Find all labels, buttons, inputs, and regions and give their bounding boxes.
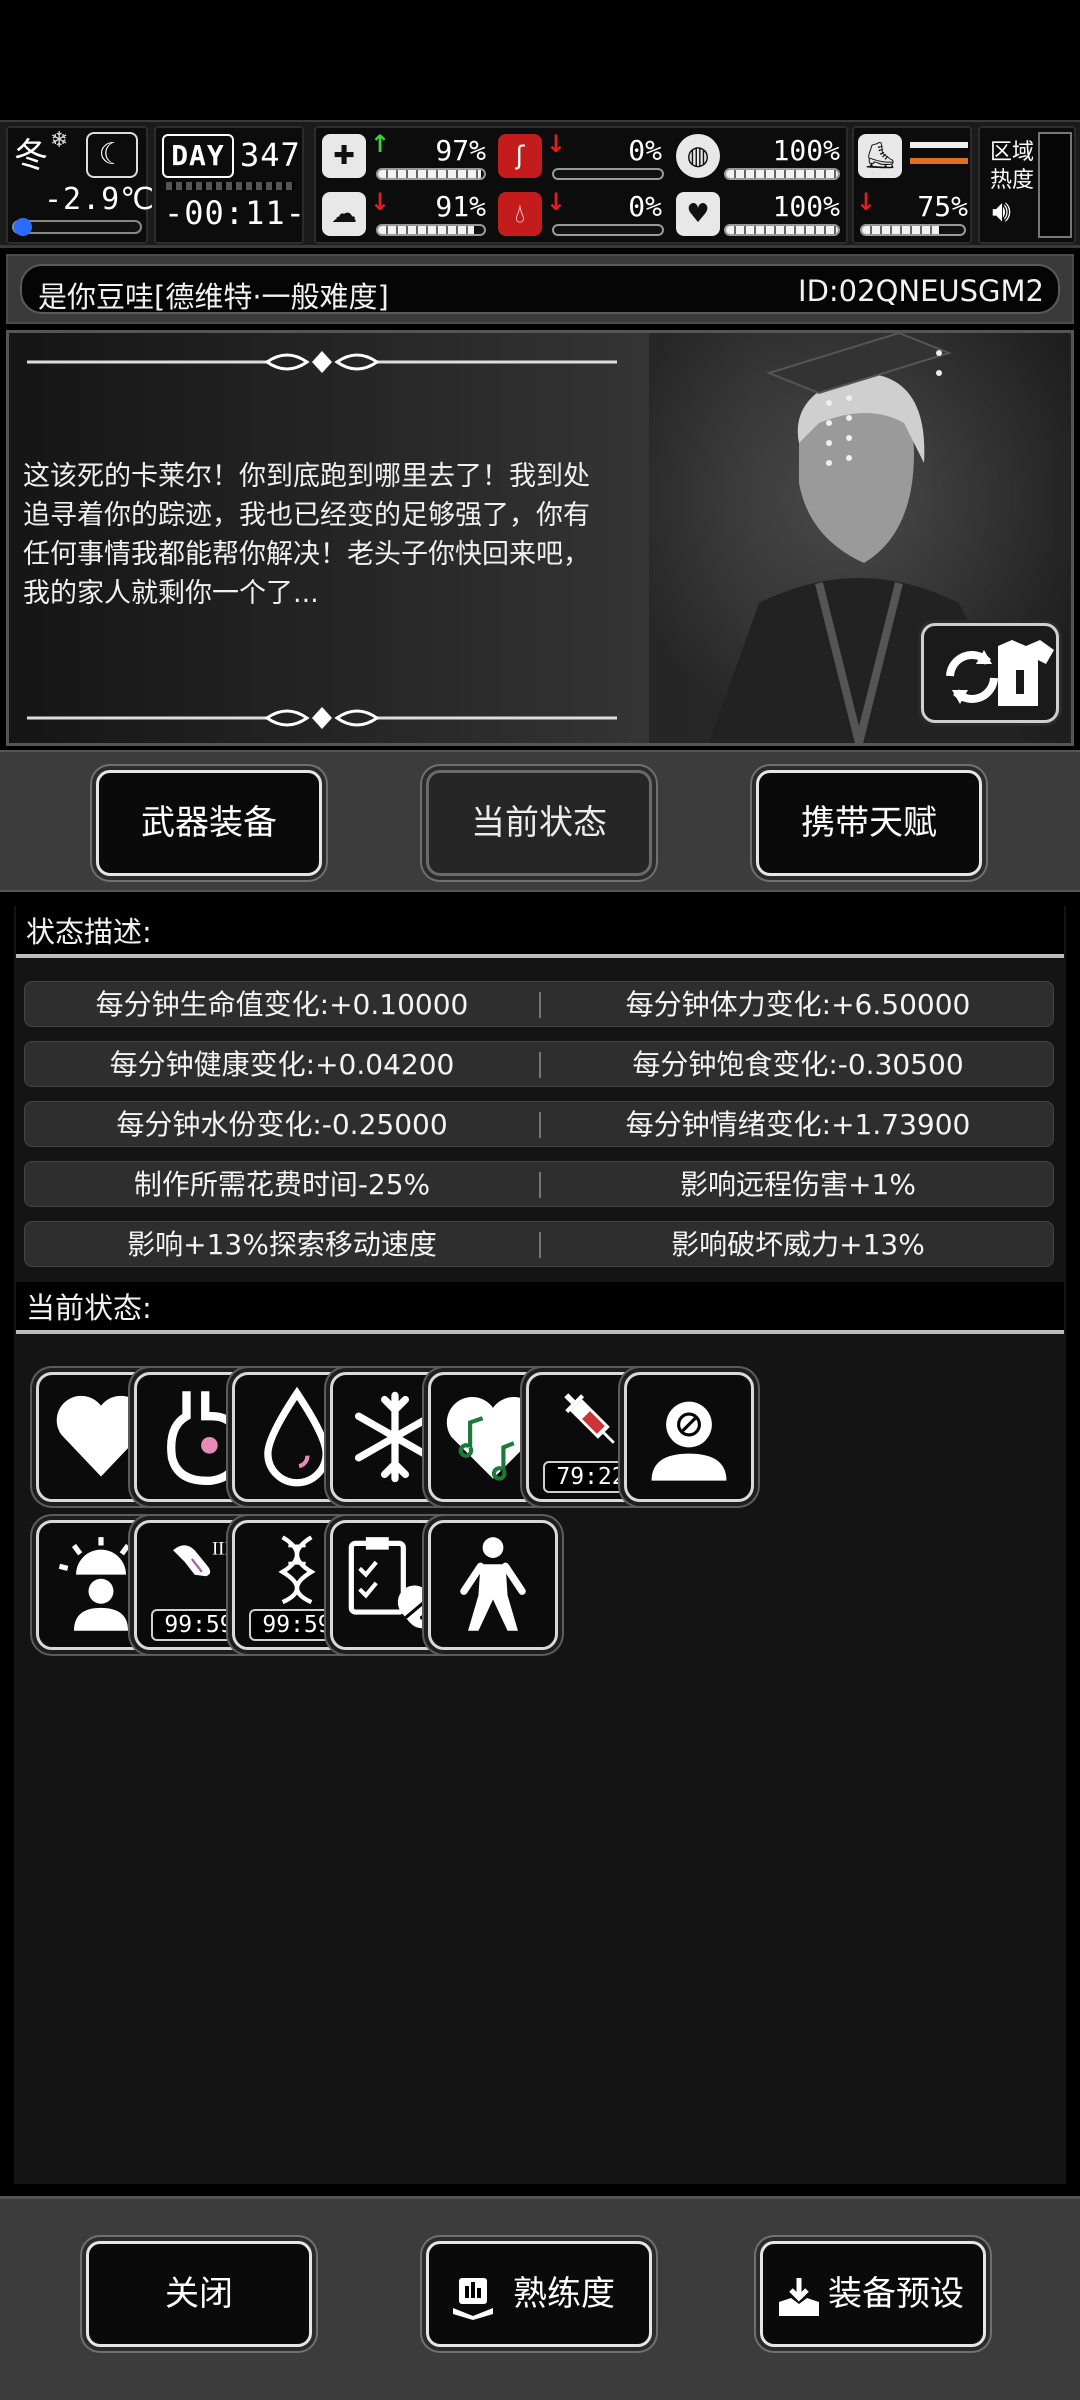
- stomach-value: 0%: [628, 134, 662, 167]
- clock-value: -00:11-: [164, 194, 306, 232]
- moon-icon: ☾: [86, 132, 138, 178]
- stat-cell: 每分钟情绪变化:+1.73900: [625, 1108, 971, 1141]
- heart-value: 100%: [772, 190, 840, 223]
- status-infection[interactable]: [624, 1372, 754, 1502]
- stat-row: 每分钟健康变化:+0.04200 每分钟饱食变化:-0.30500: [24, 1041, 1054, 1087]
- save-title: 是你豆哇[德维特·一般难度]: [38, 280, 389, 314]
- blood-value: 0%: [628, 190, 662, 223]
- heart-icon: ♥: [676, 192, 720, 236]
- preset-label: 装备预设: [828, 2274, 964, 2314]
- temperature-bar: [12, 218, 142, 236]
- story-panel: 这该死的卡莱尔！你到底跑到哪里去了！我到处追寻着你的踪迹，我也已经变的足够强了，…: [6, 330, 1074, 746]
- stomach-icon: ʃ: [498, 134, 542, 178]
- medkit-icon: ✚: [322, 134, 366, 178]
- hunger-bar: [724, 168, 840, 180]
- day-number: 347: [240, 136, 301, 174]
- mood-bar: [376, 224, 486, 236]
- stat-cell: 每分钟水份变化:-0.25000: [116, 1108, 448, 1141]
- status-hud: 冬 ❄ ☾ -2.9℃ DAY 347 -00:11- ✚ ↑ 97% ʃ ↓ …: [0, 120, 1080, 248]
- stat-cell: 每分钟饱食变化:-0.30500: [632, 1048, 964, 1081]
- stat-cell: 影响远程伤害+1%: [680, 1168, 916, 1201]
- stamina-bar: [860, 224, 966, 236]
- area-heat-panel[interactable]: 区域 热度 🔊︎: [978, 126, 1076, 244]
- stat-row: 影响+13%探索移动速度 影响破坏威力+13%: [24, 1221, 1054, 1267]
- stat-cell: 影响+13%探索移动速度: [127, 1228, 437, 1261]
- ornament-divider: [27, 351, 617, 373]
- stamina-panel: ⛸ ↓ 75%: [852, 126, 972, 244]
- skill-certificate-icon: [453, 2278, 493, 2320]
- stat-cell: 制作所需花费时间-25%: [133, 1168, 431, 1201]
- stat-row: 每分钟水份变化:-0.25000 每分钟情绪变化:+1.73900: [24, 1101, 1054, 1147]
- brain-icon: ☁: [322, 192, 366, 236]
- weather-panel: 冬 ❄ ☾ -2.9℃: [6, 126, 154, 244]
- virus-head-icon: [651, 1401, 727, 1481]
- blood-bar: [552, 224, 664, 236]
- heat-meter: [1038, 132, 1072, 238]
- bottom-bar: 关闭 熟练度 装备预设: [0, 2196, 1080, 2400]
- title-bar: 是你豆哇[德维特·一般难度] ID:02QNEUSGM2: [6, 254, 1074, 324]
- blood-drop-icon: 💧︎: [498, 192, 542, 236]
- tab-talents[interactable]: 携带天赋: [756, 770, 982, 876]
- change-outfit-button[interactable]: [921, 623, 1059, 723]
- stamina-value: 75%: [917, 190, 968, 223]
- hunger-value: 100%: [772, 134, 840, 167]
- food-can-icon: ◍: [676, 134, 720, 178]
- player-id: ID:02QNEUSGM2: [798, 274, 1044, 308]
- status-content: 状态描述: 每分钟生命值变化:+0.10000 每分钟体力变化:+6.50000…: [14, 906, 1066, 2184]
- day-panel: DAY 347 -00:11-: [154, 126, 306, 244]
- snow-icon: ❄: [50, 128, 69, 153]
- download-box-icon: [779, 2278, 819, 2316]
- temperature-value: -2.9℃: [44, 182, 155, 217]
- boot-icon: ⛸: [858, 134, 902, 178]
- tab-weapons[interactable]: 武器装备: [96, 770, 322, 876]
- status-walking[interactable]: [428, 1520, 558, 1650]
- tab-bar: 武器装备 当前状态 携带天赋: [0, 750, 1080, 892]
- mood-value: 91%: [435, 190, 486, 223]
- story-text: 这该死的卡莱尔！你到底跑到哪里去了！我到处追寻着你的踪迹，我也已经变的足够强了，…: [23, 461, 590, 609]
- proficiency-button[interactable]: 熟练度: [426, 2241, 652, 2347]
- close-label: 关闭: [165, 2274, 233, 2314]
- day-label: DAY: [162, 134, 234, 178]
- season-label: 冬: [14, 136, 48, 176]
- status-desc-heading: 状态描述:: [16, 906, 1064, 958]
- vitals-panel: ✚ ↑ 97% ʃ ↓ 0% ◍ 100% ☁ ↓ 91% 💧︎ ↓ 0% ♥ …: [314, 126, 848, 244]
- ornament-divider: [27, 707, 617, 729]
- outfit-swap-icon: [946, 640, 1054, 706]
- walking-person-icon: [460, 1537, 526, 1631]
- stomach-bar: [552, 168, 664, 180]
- proficiency-label: 熟练度: [513, 2274, 615, 2314]
- tab-current-status[interactable]: 当前状态: [426, 770, 652, 876]
- stat-cell: 影响破坏威力+13%: [671, 1228, 925, 1261]
- svg-text:III: III: [212, 1539, 231, 1560]
- area-heat-label: 热度: [990, 168, 1035, 193]
- health-bar: [376, 168, 486, 180]
- close-button[interactable]: 关闭: [86, 2241, 312, 2347]
- stat-cell: 每分钟生命值变化:+0.10000: [95, 988, 469, 1021]
- stat-row: 每分钟生命值变化:+0.10000 每分钟体力变化:+6.50000: [24, 981, 1054, 1027]
- screen: 冬 ❄ ☾ -2.9℃ DAY 347 -00:11- ✚ ↑ 97% ʃ ↓ …: [0, 0, 1080, 2400]
- speaker-icon[interactable]: 🔊︎: [992, 194, 1011, 229]
- stat-cell: 每分钟健康变化:+0.04200: [109, 1048, 455, 1081]
- health-value: 97%: [435, 134, 486, 167]
- stat-row: 制作所需花费时间-25% 影响远程伤害+1%: [24, 1161, 1054, 1207]
- stat-cell: 每分钟体力变化:+6.50000: [625, 988, 971, 1021]
- equipment-preset-button[interactable]: 装备预设: [760, 2241, 986, 2347]
- current-status-heading: 当前状态:: [16, 1282, 1064, 1334]
- heart-bar: [724, 224, 840, 236]
